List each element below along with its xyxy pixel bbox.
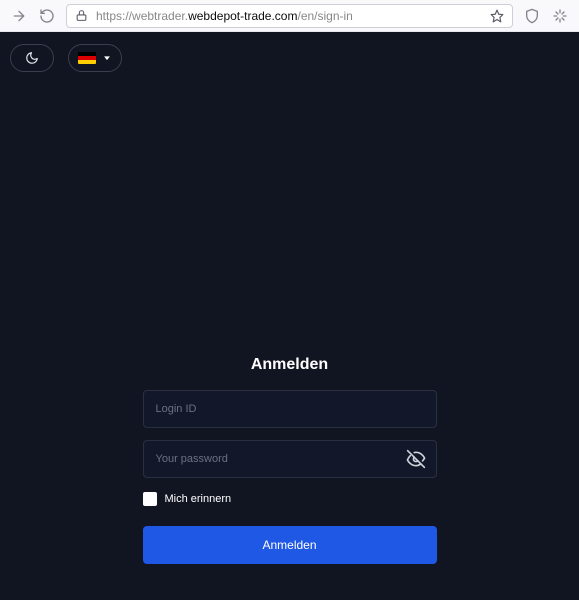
forward-icon[interactable] [10,7,28,25]
lock-icon [75,9,88,22]
address-bar[interactable]: https://webtrader.webdepot-trade.com/en/… [66,4,513,28]
password-field[interactable] [144,453,436,465]
remember-label: Mich erinnern [165,493,232,505]
form-title: Anmelden [143,356,437,374]
login-form: Anmelden Mich erinnern Anmelden [143,356,437,564]
page-topbar [10,44,122,72]
reload-icon[interactable] [38,7,56,25]
eye-off-icon [406,449,426,469]
remember-row: Mich erinnern [143,492,437,506]
url-text: https://webtrader.webdepot-trade.com/en/… [96,9,353,23]
flag-icon [78,52,96,64]
remember-checkbox[interactable] [143,492,157,506]
chevron-down-icon [102,53,112,63]
submit-button[interactable]: Anmelden [143,526,437,564]
shield-icon[interactable] [523,7,541,25]
language-selector[interactable] [68,44,122,72]
sparkle-icon[interactable] [551,7,569,25]
login-id-field[interactable] [144,403,436,415]
password-field-wrap [143,440,437,478]
star-icon[interactable] [490,9,504,23]
moon-icon [25,51,39,65]
login-id-field-wrap [143,390,437,428]
password-visibility-toggle[interactable] [406,449,426,469]
page-body: Anmelden Mich erinnern Anmelden [0,32,579,600]
theme-toggle[interactable] [10,44,54,72]
browser-chrome: https://webtrader.webdepot-trade.com/en/… [0,0,579,32]
